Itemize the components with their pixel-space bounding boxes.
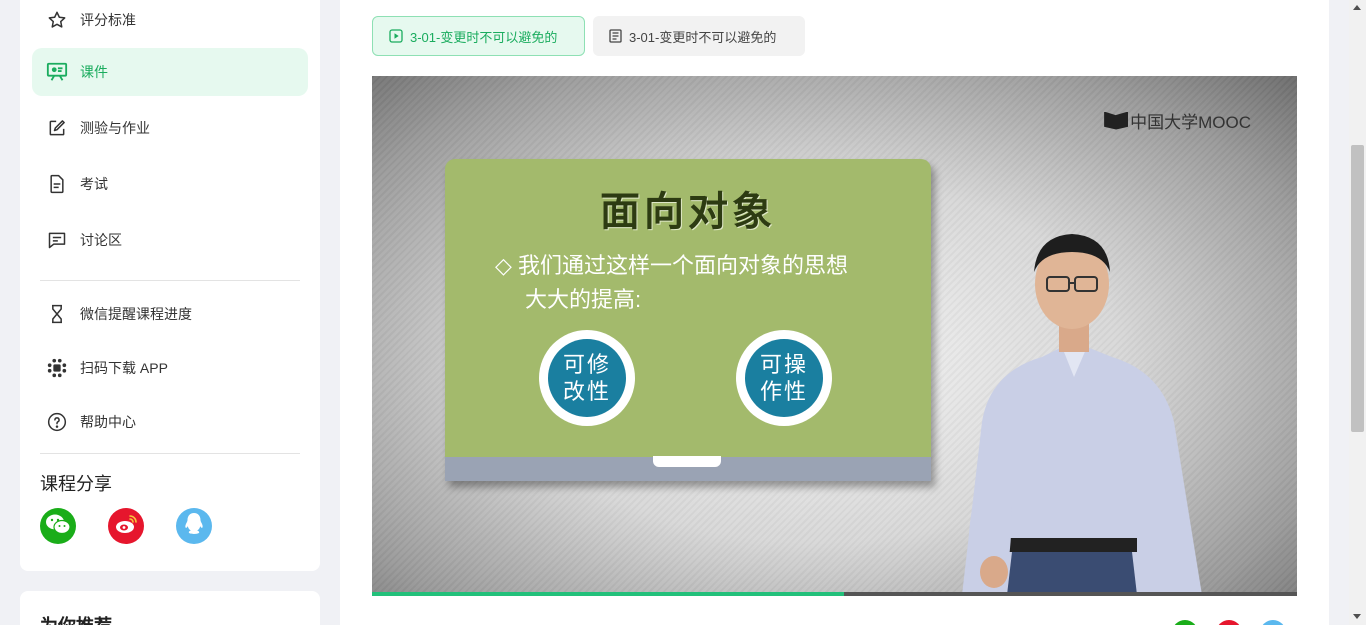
board-tray [653,456,721,467]
diamond-bullet-icon: ◇ [495,253,519,278]
tab-video-label: 3-01-变更时不可以避免的 [410,29,558,45]
star-icon [45,8,69,32]
weibo-icon [114,513,138,540]
mooc-logo: 中国大学MOOC [1104,108,1251,133]
bubble-operability: 可操作性 [736,330,832,426]
sidebar-item-label: 测验与作业 [80,120,150,136]
wechat-icon[interactable] [1172,620,1198,625]
qq-icon [184,512,204,541]
hourglass-icon [45,302,69,326]
slide-bullet-line1: 我们通过这样一个面向对象的思想 [518,253,849,278]
sidebar-item-label: 扫码下载 APP [80,360,168,376]
sidebar: 评分标准 课件 测验与作业 考试 讨论区 微信提醒课程进度 扫码下载 APP 帮… [20,0,320,571]
slide-board: 面向对象 ◇ 我们通过这样一个面向对象的思想 大大的提高: 可修改性 可操作性 [445,159,931,481]
sidebar-item-label: 微信提醒课程进度 [80,306,192,322]
sidebar-item-discussion[interactable]: 讨论区 [32,216,308,264]
main-content: 3-01-变更时不可以避免的 3-01-变更时不可以避免的 中国大学MOOC 面… [340,0,1329,625]
recommend-title: 为你推荐 [40,612,112,625]
mooc-logo-text: 中国大学MOOC [1130,113,1251,132]
slide-bullet: ◇ 我们通过这样一个面向对象的思想 大大的提高: [495,249,895,317]
page-scrollbar[interactable] [1349,0,1366,625]
sidebar-item-exam[interactable]: 考试 [32,160,308,208]
video-progress-fill [372,592,844,596]
wechat-icon [45,513,71,540]
edit-icon [45,116,69,140]
sidebar-item-quiz[interactable]: 测验与作业 [32,104,308,152]
weibo-share-button[interactable] [108,508,144,544]
recommend-panel: 为你推荐 [20,591,320,625]
wechat-share-button[interactable] [40,508,76,544]
slide-bullet-line2: 大大的提高: [525,287,642,312]
tab-document-label: 3-01-变更时不可以避免的 [629,29,777,45]
sidebar-item-label: 课件 [80,64,108,80]
sidebar-item-label: 讨论区 [80,232,122,248]
sidebar-item-courseware[interactable]: 课件 [32,48,308,96]
document-icon [609,29,622,43]
presenter-figure [962,234,1202,595]
document-icon [45,172,69,196]
scroll-up-arrow-icon[interactable] [1353,5,1361,10]
weibo-icon[interactable] [1216,620,1242,625]
video-progress-bar[interactable] [372,592,1297,596]
share-title: 课程分享 [40,474,112,494]
scroll-down-arrow-icon[interactable] [1353,614,1361,619]
presentation-icon [45,60,69,84]
sidebar-item-download-app[interactable]: 扫码下载 APP [32,344,308,392]
sidebar-item-label: 考试 [80,176,108,192]
divider [40,453,300,454]
sidebar-item-grading[interactable]: 评分标准 [32,0,308,44]
book-icon [1104,111,1129,130]
app-icon [45,356,69,380]
scrollbar-thumb[interactable] [1351,145,1364,432]
slide-title: 面向对象 [600,190,776,234]
divider [40,280,300,281]
qq-share-button[interactable] [176,508,212,544]
bubble-modifiability: 可修改性 [539,330,635,426]
tab-document[interactable]: 3-01-变更时不可以避免的 [593,16,805,56]
help-icon [45,410,69,434]
video-player[interactable]: 中国大学MOOC 面向对象 ◇ 我们通过这样一个面向对象的思想 大大的提高: 可… [372,76,1297,595]
tab-video[interactable]: 3-01-变更时不可以避免的 [372,16,585,56]
sidebar-item-label: 帮助中心 [80,414,136,430]
play-icon [389,29,403,43]
bubble-modifiability-text: 可修改性 [548,339,626,417]
bubble-operability-text: 可操作性 [745,339,823,417]
chat-icon [45,228,69,252]
sidebar-item-wechat-reminder[interactable]: 微信提醒课程进度 [32,290,308,338]
sidebar-item-label: 评分标准 [80,12,136,28]
sidebar-item-help[interactable]: 帮助中心 [32,398,308,446]
qq-icon[interactable] [1260,620,1286,625]
